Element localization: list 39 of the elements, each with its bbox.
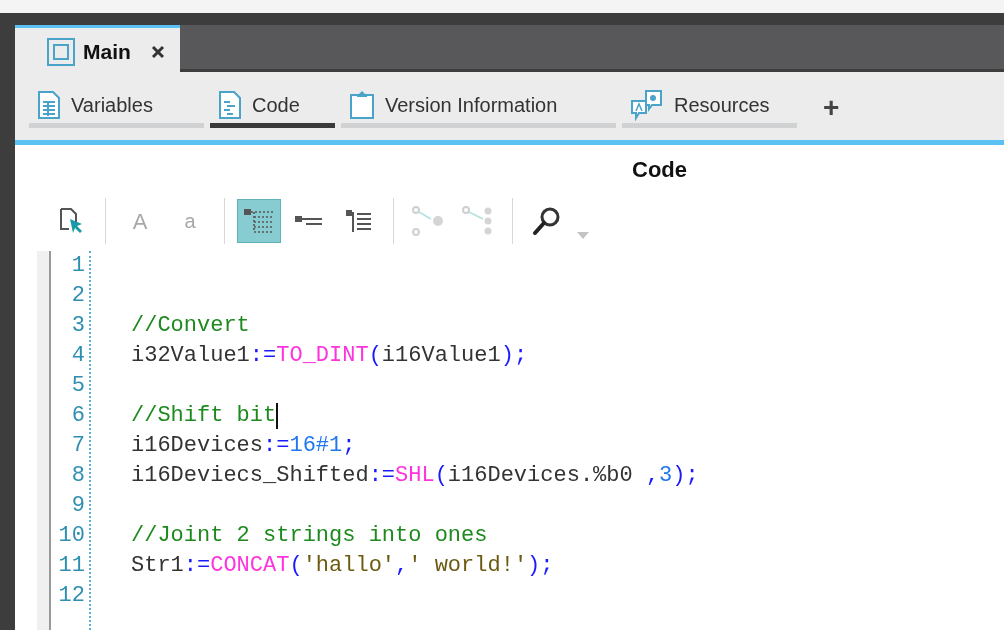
line-number: 2 [70, 282, 86, 310]
line-number: 10 [57, 522, 86, 550]
nodes-icon [411, 205, 445, 237]
caret-icon [577, 232, 589, 240]
search-icon[interactable] [532, 206, 562, 236]
line-number: 11 [57, 552, 86, 580]
code-document-icon [218, 90, 242, 119]
window-icon [47, 37, 75, 66]
line-number: 3 [70, 312, 86, 340]
clipboard-icon [349, 89, 375, 120]
view-tab[interactable]: Resources [622, 88, 797, 128]
add-tab-button[interactable]: + [813, 88, 850, 128]
code-line: //Convert [131, 312, 251, 340]
code-line: //Shift bit [131, 402, 280, 431]
line-number: 12 [57, 582, 86, 610]
indent-list-icon[interactable] [294, 215, 324, 227]
line-number: 1 [70, 252, 86, 280]
tree-list-icon[interactable] [243, 208, 275, 234]
code-line: i16Deviecs_Shifted:=SHL(i16Devices.%b0 ,3); [131, 462, 699, 490]
code-line: //Joint 2 strings into ones [131, 522, 489, 550]
speech-bubbles-icon [630, 88, 664, 121]
line-number: 7 [70, 432, 86, 460]
code-line: Str1:=CONCAT('hallo',' world!'); [131, 552, 555, 580]
view-tab[interactable]: Code [210, 88, 335, 128]
line-number: 9 [70, 492, 86, 520]
view-tab[interactable]: Version Information [341, 88, 616, 128]
line-number: 8 [70, 462, 86, 490]
code-line: i32Value1:=TO_DINT(i16Value1); [131, 342, 529, 370]
line-number: 5 [70, 372, 86, 400]
view-tab[interactable]: Variables [29, 88, 204, 128]
table-document-icon [37, 90, 61, 119]
line-number: 6 [70, 402, 86, 430]
line-number: 4 [70, 342, 86, 370]
outline-list-icon[interactable] [345, 209, 373, 233]
panel-title: Code [631, 156, 688, 184]
document-tab[interactable]: Main [15, 25, 180, 75]
file-cursor-icon[interactable] [58, 207, 84, 235]
close-icon[interactable] [150, 44, 165, 59]
code-line: i16Devices:=16#1; [131, 432, 357, 460]
